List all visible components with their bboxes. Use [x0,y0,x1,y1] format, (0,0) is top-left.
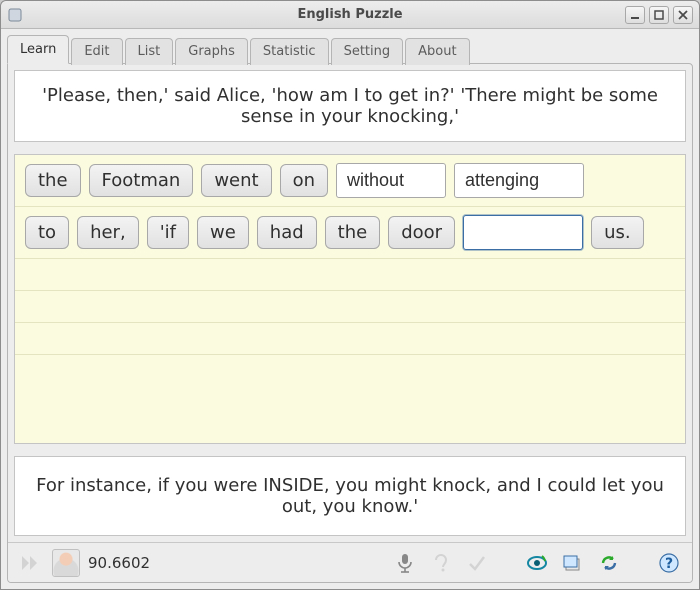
tabbar: LearnEditListGraphsStatisticSettingAbout [1,29,699,64]
sync-button[interactable] [594,548,624,578]
tab-learn[interactable]: Learn [7,35,69,64]
tab-graphs[interactable]: Graphs [175,38,248,65]
window-title: English Puzzle [1,7,699,22]
word-input[interactable] [463,215,583,250]
eye-refresh-button[interactable] [522,548,552,578]
word-chip[interactable]: on [280,164,328,197]
word-chip[interactable]: the [325,216,381,249]
tab-content: 'Please, then,' said Alice, 'how am I to… [7,63,693,583]
hint-panel: For instance, if you were INSIDE, you mi… [14,456,686,536]
word-chip[interactable]: went [201,164,271,197]
avatar[interactable] [52,549,80,577]
listen-button[interactable] [426,548,456,578]
titlebar: English Puzzle [1,1,699,29]
word-chip[interactable]: Footman [89,164,194,197]
word-chip[interactable]: had [257,216,317,249]
stack-button[interactable] [558,548,588,578]
tab-list[interactable]: List [125,38,174,65]
minimize-button[interactable] [625,6,645,24]
puzzle-row: theFootmanwenton [15,155,685,207]
bottom-toolbar: 90.6602 ? [8,542,692,582]
skip-forward-button[interactable] [16,548,46,578]
puzzle-row [15,291,685,323]
close-button[interactable] [673,6,693,24]
puzzle-row [15,323,685,355]
word-chip[interactable]: we [197,216,249,249]
tab-statistic[interactable]: Statistic [250,38,329,65]
app-window: English Puzzle LearnEditListGraphsStatis… [0,0,700,590]
puzzle-panel: theFootmanwentontoher,'ifwehadthedoorus. [14,154,686,444]
word-input[interactable] [454,163,584,198]
tab-edit[interactable]: Edit [71,38,122,65]
word-input[interactable] [336,163,446,198]
svg-text:?: ? [665,556,673,572]
word-chip[interactable]: the [25,164,81,197]
word-chip[interactable]: 'if [147,216,189,249]
microphone-button[interactable] [390,548,420,578]
help-button[interactable]: ? [654,548,684,578]
maximize-button[interactable] [649,6,669,24]
app-icon [7,7,23,23]
check-button[interactable] [462,548,492,578]
puzzle-row: toher,'ifwehadthedoor us. [15,207,685,259]
word-chip[interactable]: her, [77,216,139,249]
prompt-panel: 'Please, then,' said Alice, 'how am I to… [14,70,686,142]
word-chip[interactable]: to [25,216,69,249]
score-value: 90.6602 [88,554,150,572]
tab-setting[interactable]: Setting [331,38,404,65]
word-chip[interactable]: us. [591,216,644,249]
puzzle-row [15,259,685,291]
tab-about[interactable]: About [405,38,469,65]
word-chip[interactable]: door [388,216,455,249]
